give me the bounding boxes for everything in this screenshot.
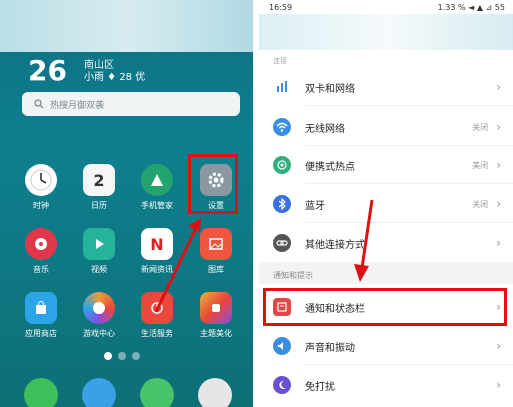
home-screen: 26 南山区 小雨 ♦ 28 优 热搜月御双袭 时钟 2 日历 手机管家 设置 … xyxy=(0,0,253,407)
red-arrow-icon xyxy=(154,218,201,313)
red-arrow-icon xyxy=(354,199,374,282)
settings-screen: 16:59 1.33 % ◄ ▲ ⊿ 55 连接 双卡和网络 › 无线网络 关闭… xyxy=(259,0,513,407)
